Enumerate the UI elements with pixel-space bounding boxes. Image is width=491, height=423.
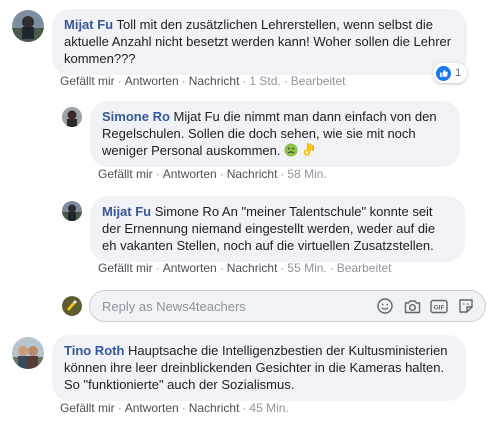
comment-text: Simone Ro An "meiner Talentschule" konnt… <box>102 204 436 253</box>
comment-actions: Gefällt mir · Antworten · Nachricht · 45 Min. <box>60 401 289 415</box>
reply-input[interactable] <box>102 298 352 314</box>
avatar-mijat-fu[interactable] <box>62 201 82 221</box>
message-link[interactable]: Nachricht <box>189 401 240 415</box>
like-link[interactable]: Gefällt mir <box>60 401 115 415</box>
edited-label[interactable]: Bearbeitet <box>337 261 392 275</box>
sticker-icon[interactable] <box>457 297 475 315</box>
comment-actions: Gefällt mir · Antworten · Nachricht · 55 Min. ·… <box>98 261 392 275</box>
like-link[interactable]: Gefällt mir <box>98 261 153 275</box>
svg-text:GIF: GIF <box>434 304 445 311</box>
reply-composer[interactable]: GIF <box>89 290 486 322</box>
reaction-count: 1 <box>455 67 462 79</box>
reply-link[interactable]: Antworten <box>163 167 217 181</box>
comment-bubble: Simone Ro Mijat Fu die nimmt man dann ei… <box>90 101 460 167</box>
reaction-summary[interactable]: 1 <box>433 63 468 83</box>
ok-hand-emoji <box>302 143 316 157</box>
reply-tools: GIF <box>376 297 475 315</box>
like-link[interactable]: Gefällt mir <box>98 167 153 181</box>
comment-author[interactable]: Tino Roth <box>64 343 124 358</box>
message-link[interactable]: Nachricht <box>189 74 240 88</box>
camera-icon[interactable] <box>403 297 421 315</box>
timestamp[interactable]: 58 Min. <box>287 167 326 181</box>
reply-link[interactable]: Antworten <box>163 261 217 275</box>
reply-link[interactable]: Antworten <box>125 401 179 415</box>
timestamp[interactable]: 45 Min. <box>249 401 288 415</box>
message-link[interactable]: Nachricht <box>227 167 278 181</box>
emoji-icon[interactable] <box>376 297 394 315</box>
comment-author[interactable]: Mijat Fu <box>64 17 113 32</box>
like-icon <box>436 65 451 81</box>
gif-icon[interactable]: GIF <box>430 297 448 315</box>
comment-bubble: Mijat Fu Simone Ro An "meiner Talentschu… <box>90 196 465 262</box>
edited-label[interactable]: Bearbeitet <box>291 74 346 88</box>
timestamp[interactable]: 1 Std. <box>249 74 280 88</box>
timestamp[interactable]: 55 Min. <box>287 261 326 275</box>
comment-author[interactable]: Simone Ro <box>102 109 170 124</box>
comment-author[interactable]: Mijat Fu <box>102 204 151 219</box>
comment-actions: Gefällt mir · Antworten · Nachricht · 58 Min. <box>98 167 327 181</box>
comment-bubble: Mijat Fu Toll mit den zusätzlichen Lehre… <box>52 9 467 75</box>
avatar-mijat-fu[interactable] <box>12 10 44 42</box>
nauseated-face-emoji <box>284 143 298 157</box>
avatar-tino-roth[interactable] <box>12 337 44 369</box>
like-link[interactable]: Gefällt mir <box>60 74 115 88</box>
comment-actions: Gefällt mir · Antworten · Nachricht · 1 Std. · B… <box>60 74 346 88</box>
message-link[interactable]: Nachricht <box>227 261 278 275</box>
avatar-simone-ro[interactable] <box>62 107 82 127</box>
comment-text: Toll mit den zusätzlichen Lehrerstellen,… <box>64 17 452 66</box>
comment-bubble: Tino Roth Hauptsache die Intelligenzbest… <box>52 335 466 401</box>
page-avatar <box>62 296 82 316</box>
reply-link[interactable]: Antworten <box>125 74 179 88</box>
